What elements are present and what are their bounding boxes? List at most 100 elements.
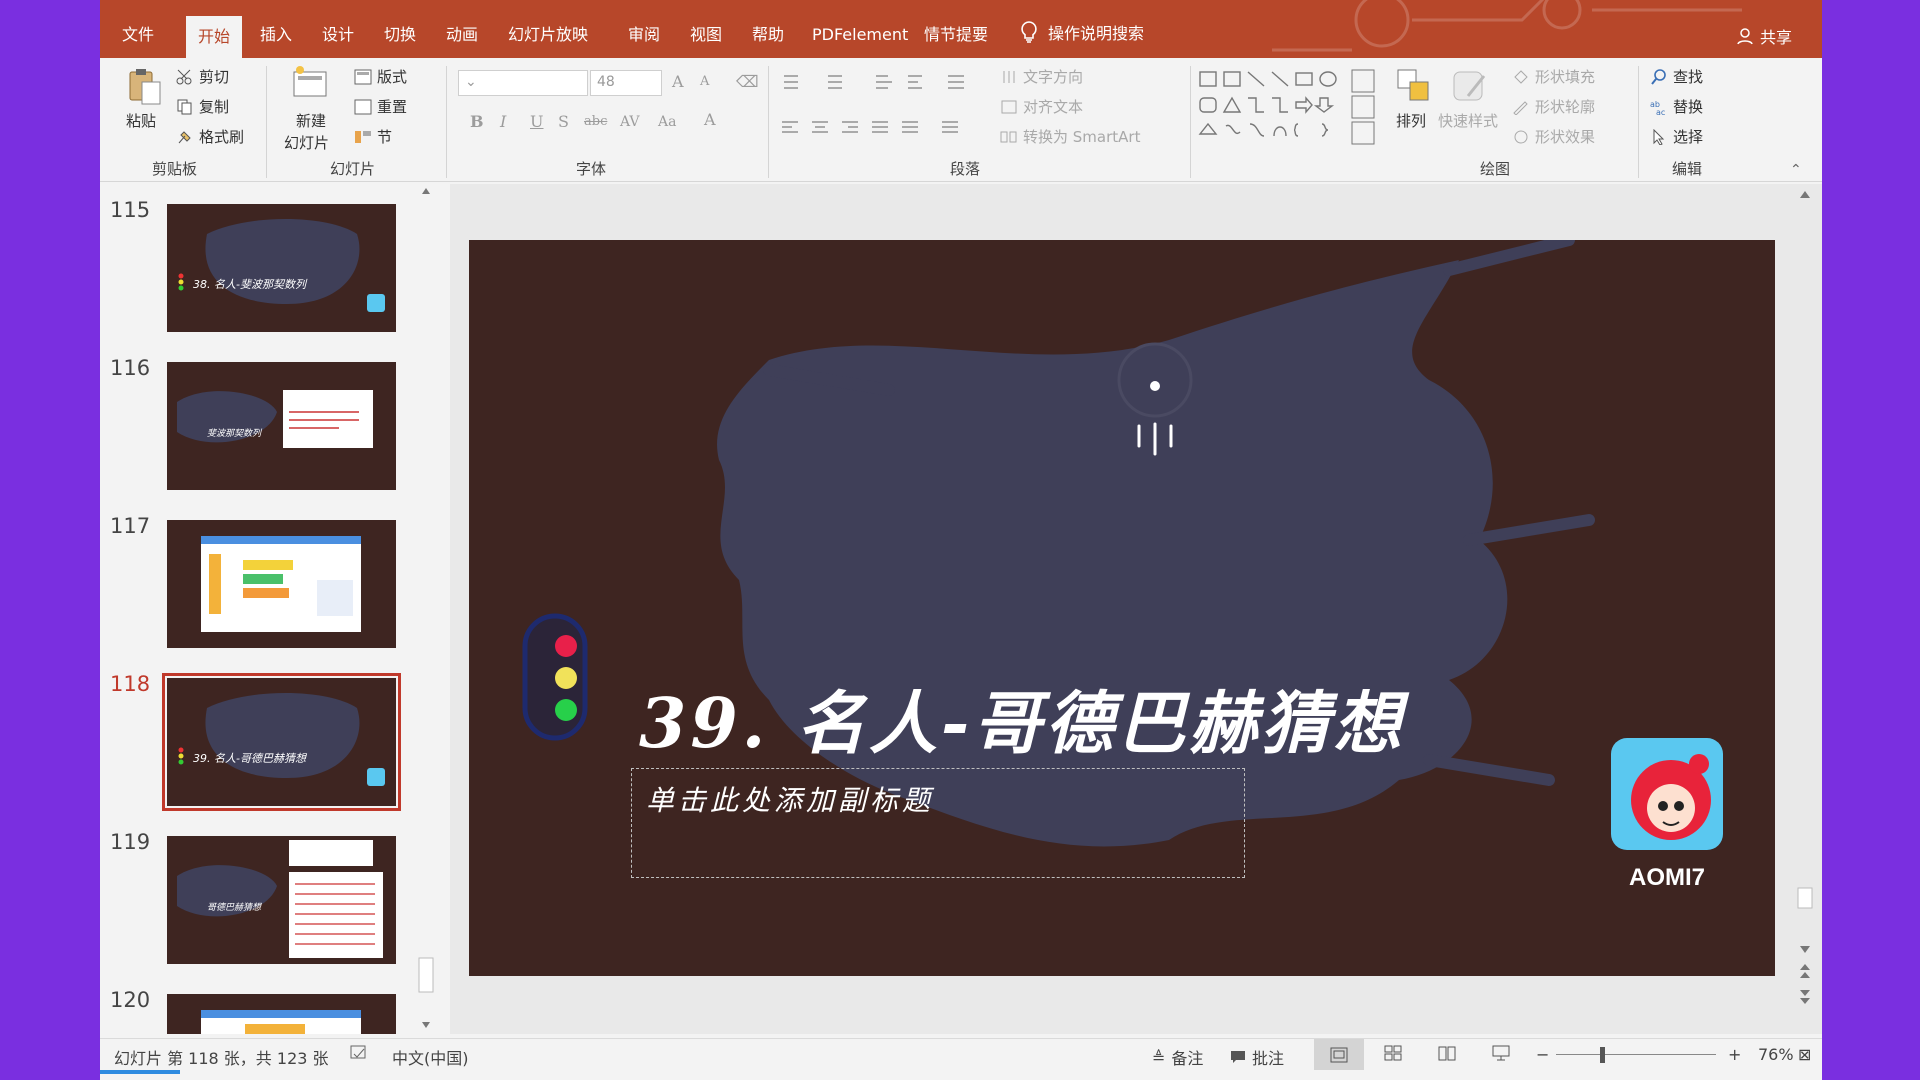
grow-font-button[interactable]: A xyxy=(672,72,684,91)
slide-sorter-button[interactable] xyxy=(1384,1045,1402,1061)
zoom-out-button[interactable]: − xyxy=(1536,1045,1549,1064)
thumbnail-art xyxy=(178,693,385,786)
quick-styles-button[interactable]: 快速样式 xyxy=(1438,110,1498,131)
tab-view[interactable]: 视图 xyxy=(678,0,734,58)
share-button[interactable]: 共享 xyxy=(1736,24,1792,48)
slide-thumbnail-119[interactable]: 哥德巴赫猜想 xyxy=(167,836,396,964)
font-size-select[interactable]: 48 xyxy=(590,70,662,96)
list-buttons[interactable] xyxy=(780,72,980,92)
select-button[interactable]: 选择 xyxy=(1650,126,1703,147)
reset-button[interactable]: 重置 xyxy=(354,96,407,117)
fit-to-window-icon[interactable]: ⊠ xyxy=(1798,1045,1811,1064)
font-group-label: 字体 xyxy=(576,160,607,178)
zoom-slider-track[interactable] xyxy=(1556,1054,1716,1055)
slide-thumbnail-117[interactable] xyxy=(167,520,396,648)
shrink-font-button[interactable]: A xyxy=(700,74,709,89)
cut-label: 剪切 xyxy=(199,68,230,86)
tell-me-label: 操作说明搜索 xyxy=(1048,24,1145,43)
convert-smartart-button[interactable]: 转换为 SmartArt xyxy=(1000,126,1140,147)
traffic-light-icon xyxy=(522,613,588,741)
layout-label: 版式 xyxy=(377,68,408,86)
paste-button[interactable]: 粘贴 xyxy=(126,110,156,131)
subtitle-placeholder[interactable]: 单击此处添加副标题 xyxy=(631,768,1245,878)
spellcheck-icon[interactable] xyxy=(350,1045,368,1061)
tab-review[interactable]: 审阅 xyxy=(616,0,672,58)
arrange-button[interactable]: 排列 xyxy=(1396,110,1426,131)
underline-button[interactable]: U xyxy=(530,112,543,131)
align-text-button[interactable]: 对齐文本 xyxy=(1000,96,1083,117)
replace-button[interactable]: ab ac 替换 xyxy=(1650,96,1703,117)
comment-icon xyxy=(1231,1051,1245,1063)
shapes-gallery[interactable] xyxy=(1198,68,1378,148)
cursor-icon xyxy=(1653,128,1665,145)
bold-button[interactable]: B xyxy=(470,112,484,131)
comments-button[interactable]: 批注 xyxy=(1230,1045,1284,1069)
spellcheck-icon-shape xyxy=(350,1045,366,1059)
section-button[interactable]: 节 xyxy=(354,126,392,147)
font-size-value: 48 xyxy=(597,74,615,90)
shadow-button[interactable]: S xyxy=(558,112,569,131)
shape-effects-icon xyxy=(1514,130,1528,143)
tab-slideshow[interactable]: 幻灯片放映 xyxy=(496,0,600,58)
tab-transitions[interactable]: 切换 xyxy=(372,0,428,58)
arrange-icon[interactable] xyxy=(1394,66,1434,106)
strikethrough-button[interactable]: abc xyxy=(584,114,607,129)
change-case-button[interactable]: Aa xyxy=(658,114,676,130)
tell-me-search[interactable]: 操作说明搜索 xyxy=(1020,20,1144,44)
language-indicator[interactable]: 中文(中国) xyxy=(392,1045,469,1069)
notes-button[interactable]: ≜ 备注 xyxy=(1152,1045,1203,1069)
paste-icon[interactable] xyxy=(124,66,164,106)
thumbnail-number: 117 xyxy=(110,514,151,538)
char-spacing-button[interactable]: AV xyxy=(620,114,640,130)
shape-fill-button[interactable]: 形状填充 xyxy=(1512,66,1595,87)
copy-label: 复制 xyxy=(199,98,230,116)
editor-scrollbar[interactable] xyxy=(1796,184,1814,1034)
collapse-ribbon-icon[interactable]: ⌃ xyxy=(1790,162,1802,178)
pencil-icon xyxy=(1513,100,1528,115)
scissors-icon xyxy=(176,69,192,84)
italic-button[interactable]: I xyxy=(500,112,506,131)
slide-thumbnail-116[interactable]: 斐波那契数列 xyxy=(167,362,396,490)
thumbnail-art xyxy=(178,219,385,312)
tab-pdfelement[interactable]: PDFelement xyxy=(800,0,920,58)
find-button[interactable]: 查找 xyxy=(1650,66,1703,87)
slide-thumbnail-115[interactable]: 38. 名人-斐波那契数列 xyxy=(167,204,396,332)
tab-insert[interactable]: 插入 xyxy=(248,0,304,58)
search-icon xyxy=(1651,68,1666,85)
shape-effects-button[interactable]: 形状效果 xyxy=(1512,126,1595,147)
thumbnails-scrollbar[interactable] xyxy=(418,184,434,1034)
new-slide-icon[interactable] xyxy=(290,64,330,104)
zoom-slider-thumb[interactable] xyxy=(1600,1047,1605,1063)
copy-button[interactable]: 复制 xyxy=(176,96,229,117)
reading-view-button[interactable] xyxy=(1438,1045,1456,1061)
grid-icon xyxy=(1384,1045,1402,1061)
thumbnail-number: 119 xyxy=(110,830,151,854)
text-direction-button[interactable]: 文字方向 xyxy=(1000,66,1083,87)
slide-thumbnail-118[interactable]: 39. 名人-哥德巴赫猜想 xyxy=(162,673,401,811)
layout-button[interactable]: 版式 xyxy=(354,66,407,87)
new-slide-line2[interactable]: 幻灯片 xyxy=(284,132,329,153)
tab-storyboard[interactable]: 情节提要 xyxy=(912,0,1000,58)
status-bar: 幻灯片 第 118 张，共 123 张 中文(中国) ≜ 备注 批注 − + 7… xyxy=(100,1038,1822,1070)
normal-view-button[interactable] xyxy=(1314,1039,1364,1070)
quick-styles-icon[interactable] xyxy=(1450,66,1490,106)
slide-thumbnail-120[interactable] xyxy=(167,994,396,1034)
alignment-buttons[interactable] xyxy=(780,118,980,138)
tab-home[interactable]: 开始 xyxy=(186,16,243,58)
font-color-button[interactable]: A xyxy=(704,110,716,129)
clear-format-icon[interactable]: ⌫ xyxy=(736,72,759,91)
zoom-level[interactable]: 76% xyxy=(1758,1045,1794,1064)
slide-title[interactable]: 39. 名人-哥德巴赫猜想 xyxy=(639,668,1405,767)
format-painter-button[interactable]: 格式刷 xyxy=(176,126,244,147)
font-name-select[interactable]: ⌄ xyxy=(458,70,588,96)
tab-help[interactable]: 帮助 xyxy=(740,0,796,58)
new-slide-line1[interactable]: 新建 xyxy=(296,110,326,131)
cut-button[interactable]: 剪切 xyxy=(176,66,229,87)
zoom-in-button[interactable]: + xyxy=(1728,1045,1741,1064)
tab-file[interactable]: 文件 xyxy=(110,0,166,58)
tab-animations[interactable]: 动画 xyxy=(434,0,490,58)
clipboard-group-label: 剪贴板 xyxy=(152,160,198,178)
shape-outline-button[interactable]: 形状轮廓 xyxy=(1512,96,1595,117)
tab-design[interactable]: 设计 xyxy=(310,0,366,58)
slideshow-button[interactable] xyxy=(1492,1045,1510,1061)
